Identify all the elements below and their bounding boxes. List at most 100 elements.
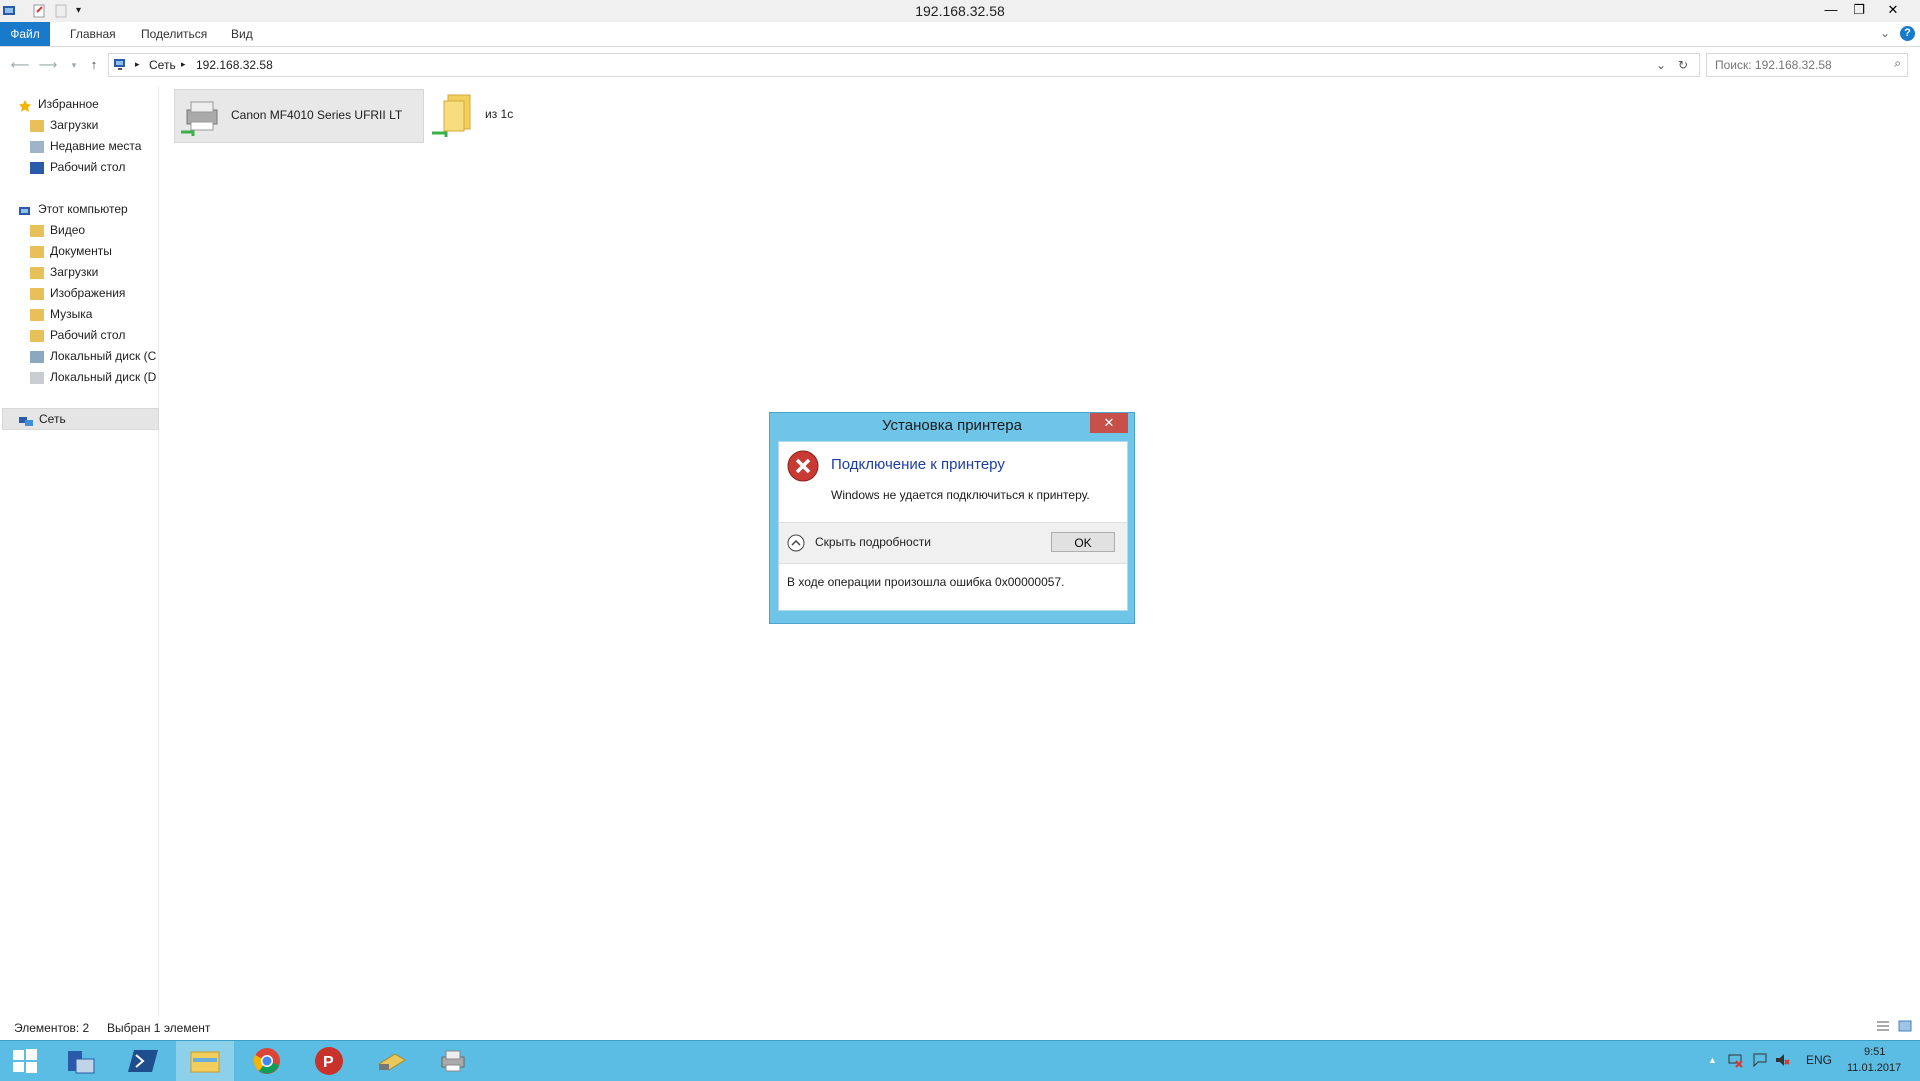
nav-network-label: Сеть: [39, 412, 66, 426]
dialog-message: Windows не удается подключиться к принте…: [831, 488, 1090, 502]
printer-name: Canon MF4010 Series UFRII LT: [231, 108, 403, 122]
nav-this-pc[interactable]: Этот компьютер: [18, 199, 148, 219]
star-icon: [18, 99, 32, 112]
help-icon[interactable]: ?: [1900, 26, 1915, 41]
nav-item-label: Загрузки: [50, 118, 99, 132]
search-box[interactable]: ⌕: [1706, 53, 1908, 77]
volume-muted-icon[interactable]: [1774, 1052, 1790, 1071]
music-folder-icon: [30, 308, 44, 321]
tab-file[interactable]: Файл: [0, 22, 50, 46]
nav-item-desktop[interactable]: Рабочий стол: [30, 157, 160, 177]
show-hidden-icons-icon[interactable]: ▲: [1708, 1055, 1717, 1065]
taskbar-putty[interactable]: P: [300, 1041, 358, 1081]
tab-view[interactable]: Вид: [223, 22, 261, 46]
taskbar-powershell[interactable]: [114, 1041, 172, 1081]
chrome-icon: [253, 1048, 280, 1074]
nav-this-pc-label: Этот компьютер: [38, 202, 128, 216]
nav-item-label: Видео: [50, 223, 86, 237]
hide-details-toggle[interactable]: Скрыть подробности: [815, 535, 931, 549]
share-name: из 1с: [485, 107, 514, 121]
up-button[interactable]: ↑: [84, 55, 104, 75]
refresh-icon[interactable]: ↻: [1678, 58, 1688, 72]
action-center-icon[interactable]: [1752, 1052, 1768, 1071]
dialog-close-button[interactable]: ✕: [1090, 413, 1128, 433]
minimize-button[interactable]: —: [1818, 0, 1844, 20]
svg-text:P: P: [323, 1054, 334, 1071]
navigation-pane: Избранное Загрузки Недавние места Рабочи…: [0, 86, 159, 1016]
taskbar-file-explorer[interactable]: [176, 1041, 234, 1081]
error-icon: [787, 450, 819, 485]
back-button[interactable]: ⟵: [10, 55, 30, 75]
nav-item-label: Изображения: [50, 286, 126, 300]
restore-button[interactable]: ❐: [1846, 0, 1872, 20]
server-manager-icon: [68, 1051, 95, 1074]
large-icons-view-icon[interactable]: [1898, 1020, 1912, 1035]
nav-favorites[interactable]: Избранное: [18, 94, 148, 114]
downloads-folder-icon: [30, 119, 44, 132]
forward-button[interactable]: ⟶: [38, 55, 58, 75]
tab-home[interactable]: Главная: [62, 22, 124, 46]
nav-item-label: Рабочий стол: [50, 328, 126, 342]
ribbon-tabs: Файл Главная Поделиться Вид ⌄ ?: [0, 22, 1920, 47]
dialog-title: Установка принтера: [882, 417, 1022, 434]
nav-item-label: Документы: [50, 244, 112, 258]
nav-network[interactable]: Сеть: [2, 408, 159, 430]
clock-date[interactable]: 11.01.2017: [1847, 1062, 1901, 1074]
ok-button[interactable]: OK: [1051, 532, 1115, 552]
address-bar[interactable]: ▸ Сеть ▸ 192.168.32.58 ⌄ ↻: [108, 53, 1700, 77]
network-status-icon[interactable]: [1728, 1052, 1744, 1071]
expand-ribbon-icon[interactable]: ⌄: [1880, 26, 1890, 40]
nav-item-downloads-pc[interactable]: Загрузки: [30, 262, 160, 282]
start-button[interactable]: [0, 1041, 50, 1081]
nav-item-disk-d[interactable]: Локальный диск (D: [30, 367, 158, 387]
printer-install-dialog: Установка принтера ✕ Подключение к принт…: [769, 412, 1135, 624]
nav-item-documents[interactable]: Документы: [30, 241, 160, 261]
navigation-bar: ⟵ ⟶ ▾ ↑ ▸ Сеть ▸ 192.168.32.58 ⌄ ↻ ⌕: [0, 51, 1920, 79]
nav-favorites-label: Избранное: [38, 97, 99, 111]
network-icon: [19, 414, 33, 426]
title-bar: ▾ 192.168.32.58 — ❐ ✕: [0, 0, 1920, 23]
nav-item-downloads[interactable]: Загрузки: [30, 115, 160, 135]
address-dropdown-icon[interactable]: ⌄: [1656, 58, 1666, 72]
taskbar-scanner[interactable]: [362, 1041, 420, 1081]
nav-item-desktop-pc[interactable]: Рабочий стол: [30, 325, 160, 345]
item-count: Элементов: 2: [14, 1021, 90, 1035]
nav-item-disk-c[interactable]: Локальный диск (C: [30, 346, 158, 366]
close-button[interactable]: ✕: [1880, 0, 1906, 20]
tab-share[interactable]: Поделиться: [133, 22, 215, 46]
input-language[interactable]: ENG: [1806, 1053, 1832, 1067]
breadcrumb-separator-icon: ▸: [181, 59, 186, 69]
content-item-share[interactable]: из 1с: [428, 89, 528, 141]
computer-icon: [18, 204, 32, 216]
nav-item-pictures[interactable]: Изображения: [30, 283, 160, 303]
nav-item-music[interactable]: Музыка: [30, 304, 160, 324]
breadcrumb-network[interactable]: Сеть: [149, 58, 176, 72]
documents-folder-icon: [30, 245, 44, 258]
clock-time[interactable]: 9:51: [1864, 1046, 1885, 1058]
collapse-details-icon[interactable]: [787, 534, 805, 555]
breadcrumb-host[interactable]: 192.168.32.58: [196, 58, 273, 72]
content-item-printer[interactable]: Canon MF4010 Series UFRII LT: [174, 89, 424, 143]
taskbar: P ▲ ENG 9:51 11.01.2017: [0, 1040, 1920, 1081]
taskbar-chrome[interactable]: [238, 1041, 296, 1081]
breadcrumb-separator-icon: ▸: [135, 59, 140, 69]
file-explorer-icon: [190, 1051, 220, 1073]
nav-item-label: Локальный диск (C: [50, 349, 157, 363]
network-location-icon: [113, 57, 129, 74]
search-input[interactable]: [1713, 57, 1887, 73]
taskbar-printer[interactable]: [424, 1041, 482, 1081]
nav-item-videos[interactable]: Видео: [30, 220, 160, 240]
nav-item-label: Загрузки: [50, 265, 99, 279]
dialog-heading: Подключение к принтеру: [831, 456, 1005, 473]
desktop-folder-icon: [30, 329, 44, 342]
recent-places-icon: [30, 140, 44, 153]
pictures-folder-icon: [30, 287, 44, 300]
details-view-icon[interactable]: [1876, 1020, 1890, 1035]
taskbar-server-manager[interactable]: [52, 1041, 110, 1081]
nav-item-label: Недавние места: [50, 139, 142, 153]
selection-status: Выбран 1 элемент: [107, 1021, 211, 1035]
nav-item-recent[interactable]: Недавние места: [30, 136, 160, 156]
recent-locations-icon[interactable]: ▾: [64, 55, 84, 75]
windows-logo-icon: [13, 1049, 37, 1073]
search-icon[interactable]: ⌕: [1894, 56, 1901, 71]
